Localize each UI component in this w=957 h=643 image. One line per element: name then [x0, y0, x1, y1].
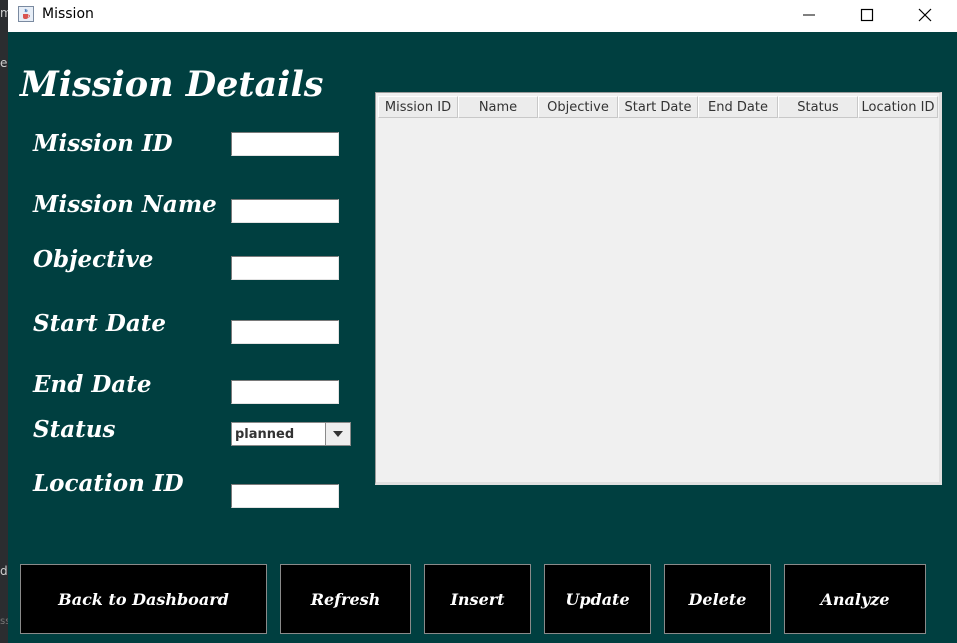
- maximize-icon: [860, 8, 874, 22]
- status-label: Status: [33, 416, 116, 443]
- column-header-mission-id[interactable]: Mission ID: [378, 96, 458, 118]
- end-date-label: End Date: [33, 371, 152, 398]
- mission-id-input[interactable]: [231, 132, 339, 156]
- column-header-end-date[interactable]: End Date: [698, 96, 778, 118]
- objective-label: Objective: [33, 246, 154, 273]
- analyze-button[interactable]: Analyze: [784, 564, 926, 634]
- background-text-fragment: e: [0, 56, 8, 70]
- page-title: Mission Details: [20, 64, 324, 105]
- missions-table[interactable]: Mission ID Name Objective Start Date End…: [375, 92, 942, 485]
- start-date-input[interactable]: [231, 320, 339, 344]
- back-to-dashboard-button[interactable]: Back to Dashboard: [20, 564, 267, 634]
- column-header-location-id[interactable]: Location ID: [858, 96, 938, 118]
- status-dropdown-button[interactable]: [325, 423, 350, 445]
- mission-name-input[interactable]: [231, 199, 339, 223]
- end-date-input[interactable]: [231, 380, 339, 404]
- minimize-button[interactable]: [780, 0, 838, 30]
- start-date-label: Start Date: [33, 310, 166, 337]
- column-header-start-date[interactable]: Start Date: [618, 96, 698, 118]
- column-header-objective[interactable]: Objective: [538, 96, 618, 118]
- window-title: Mission: [42, 6, 94, 22]
- mission-window: Mission Mission Details Mission ID Missi…: [8, 0, 957, 643]
- refresh-button[interactable]: Refresh: [280, 564, 411, 634]
- status-select[interactable]: planned: [231, 422, 351, 446]
- close-button[interactable]: [896, 0, 954, 30]
- maximize-button[interactable]: [838, 0, 896, 30]
- location-id-label: Location ID: [33, 470, 184, 497]
- mission-name-label: Mission Name: [33, 191, 217, 218]
- background-app-strip: m e d ss: [0, 0, 12, 643]
- update-button[interactable]: Update: [544, 564, 651, 634]
- title-bar[interactable]: Mission: [8, 0, 957, 32]
- insert-button[interactable]: Insert: [424, 564, 531, 634]
- minimize-icon: [803, 14, 815, 16]
- background-text-fragment: d: [0, 564, 8, 578]
- mission-id-label: Mission ID: [33, 130, 173, 157]
- chevron-down-icon: [333, 431, 343, 437]
- location-id-input[interactable]: [231, 484, 339, 508]
- java-cup-icon: [18, 6, 34, 22]
- column-header-name[interactable]: Name: [458, 96, 538, 118]
- delete-button[interactable]: Delete: [664, 564, 771, 634]
- status-selected-value: planned: [235, 427, 295, 442]
- column-header-status[interactable]: Status: [778, 96, 858, 118]
- table-header: Mission ID Name Objective Start Date End…: [378, 96, 938, 118]
- close-icon: [918, 8, 932, 22]
- objective-input[interactable]: [231, 256, 339, 280]
